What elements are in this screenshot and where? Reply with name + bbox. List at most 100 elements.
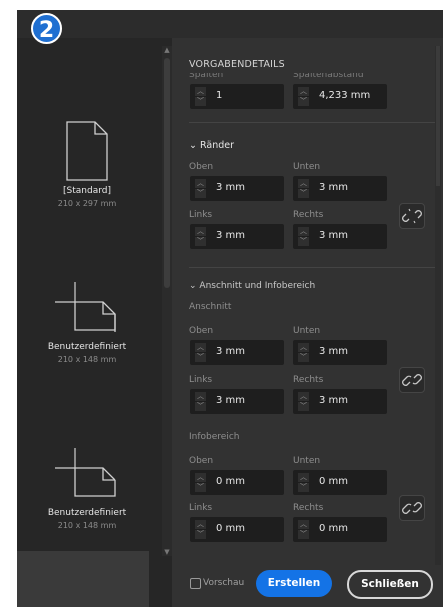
slug-top-field[interactable]: ︿ ﹀ 0 mm xyxy=(190,470,284,495)
margins-link-toggle[interactable] xyxy=(399,203,425,229)
details-scrollbar[interactable] xyxy=(435,46,441,566)
slug-bottom-label: Unten xyxy=(293,456,321,466)
margins-heading[interactable]: ⌄ Ränder xyxy=(189,140,234,151)
slug-left-stepper[interactable]: ︿ ﹀ xyxy=(195,520,206,539)
preset-scrollbar[interactable]: ▲ ▼ xyxy=(162,46,172,556)
chevron-down-icon[interactable]: ﹀ xyxy=(298,483,309,492)
margin-right-field[interactable]: ︿ ﹀ 3 mm xyxy=(293,224,387,249)
margin-top-stepper[interactable]: ︿ ﹀ xyxy=(195,179,206,198)
details-scroll-thumb[interactable] xyxy=(436,46,440,186)
close-button[interactable]: Schließen xyxy=(347,570,433,599)
preview-label[interactable]: Vorschau xyxy=(203,578,244,588)
slug-right-stepper[interactable]: ︿ ﹀ xyxy=(298,520,309,539)
preset-item-standard[interactable]: [Standard] 210 x 297 mm xyxy=(17,120,157,208)
chevron-down-icon[interactable]: ﹀ xyxy=(298,97,309,106)
chevron-up-icon[interactable]: ︿ xyxy=(195,392,206,401)
bleed-left-value: 3 mm xyxy=(216,395,246,406)
chevron-down-icon[interactable]: ﹀ xyxy=(195,353,206,362)
margin-bottom-label: Unten xyxy=(293,162,321,172)
preset-dimensions: 210 x 148 mm xyxy=(57,355,117,364)
chevron-down-icon[interactable]: ﹀ xyxy=(298,353,309,362)
bleed-bottom-field[interactable]: ︿ ﹀ 3 mm xyxy=(293,340,387,365)
slug-bottom-stepper[interactable]: ︿ ﹀ xyxy=(298,473,309,492)
chevron-up-icon[interactable]: ︿ xyxy=(195,520,206,529)
margin-left-field[interactable]: ︿ ﹀ 3 mm xyxy=(190,224,284,249)
chevron-up-icon[interactable]: ︿ xyxy=(195,87,206,96)
bleed-top-field[interactable]: ︿ ﹀ 3 mm xyxy=(190,340,284,365)
preview-checkbox[interactable] xyxy=(190,578,201,589)
margin-bottom-stepper[interactable]: ︿ ﹀ xyxy=(298,179,309,198)
chevron-down-icon[interactable]: ﹀ xyxy=(298,402,309,411)
columns-field[interactable]: ︿ ﹀ 1 xyxy=(190,84,284,109)
bleed-bottom-value: 3 mm xyxy=(319,346,349,357)
slug-bottom-field[interactable]: ︿ ﹀ 0 mm xyxy=(293,470,387,495)
chevron-up-icon[interactable]: ︿ xyxy=(195,227,206,236)
bleed-left-label: Links xyxy=(189,375,213,385)
new-document-dialog: ▲ ▼ [Standard] 210 x 297 mm Benutzerdefi… xyxy=(17,10,443,607)
bleed-left-stepper[interactable]: ︿ ﹀ xyxy=(195,392,206,411)
slug-right-field[interactable]: ︿ ﹀ 0 mm xyxy=(293,517,387,542)
chevron-down-icon[interactable]: ﹀ xyxy=(298,189,309,198)
gutter-stepper[interactable]: ︿ ﹀ xyxy=(298,87,309,106)
bleed-right-stepper[interactable]: ︿ ﹀ xyxy=(298,392,309,411)
preset-scroll-thumb[interactable] xyxy=(164,58,170,288)
unlink-icon xyxy=(402,208,422,224)
chevron-up-icon[interactable]: ︿ xyxy=(298,392,309,401)
preset-name: [Standard] xyxy=(63,186,111,196)
margin-left-stepper[interactable]: ︿ ﹀ xyxy=(195,227,206,246)
scroll-down-icon[interactable]: ▼ xyxy=(162,548,172,556)
bleed-top-stepper[interactable]: ︿ ﹀ xyxy=(195,343,206,362)
preset-item-custom-2[interactable]: Benutzerdefiniert 210 x 148 mm xyxy=(17,444,157,530)
chevron-down-icon[interactable]: ﹀ xyxy=(195,237,206,246)
preset-list-footer xyxy=(17,551,149,607)
slug-left-field[interactable]: ︿ ﹀ 0 mm xyxy=(190,517,284,542)
link-icon xyxy=(402,374,422,386)
margin-bottom-field[interactable]: ︿ ﹀ 3 mm xyxy=(293,176,387,201)
chevron-up-icon[interactable]: ︿ xyxy=(298,87,309,96)
section-title: VORGABENDETAILS xyxy=(189,59,285,70)
chevron-up-icon[interactable]: ︿ xyxy=(298,520,309,529)
margin-left-value: 3 mm xyxy=(216,230,246,241)
slug-top-stepper[interactable]: ︿ ﹀ xyxy=(195,473,206,492)
slug-link-toggle[interactable] xyxy=(399,495,425,521)
preset-item-custom-1[interactable]: Benutzerdefiniert 210 x 148 mm xyxy=(17,278,157,364)
chevron-up-icon[interactable]: ︿ xyxy=(195,473,206,482)
gutter-field[interactable]: ︿ ﹀ 4,233 mm xyxy=(293,84,387,109)
margin-right-stepper[interactable]: ︿ ﹀ xyxy=(298,227,309,246)
bleed-left-field[interactable]: ︿ ﹀ 3 mm xyxy=(190,389,284,414)
columns-value: 1 xyxy=(216,90,223,101)
bleed-right-field[interactable]: ︿ ﹀ 3 mm xyxy=(293,389,387,414)
bleed-label: Anschnitt xyxy=(189,302,232,312)
chevron-up-icon[interactable]: ︿ xyxy=(298,473,309,482)
scroll-up-icon[interactable]: ▲ xyxy=(162,46,172,54)
bleed-slug-heading[interactable]: ⌄ Anschnitt und Infobereich xyxy=(189,281,315,291)
portrait-document-icon xyxy=(66,121,108,181)
chevron-up-icon[interactable]: ︿ xyxy=(195,179,206,188)
slug-right-label: Rechts xyxy=(293,503,324,513)
chevron-down-icon[interactable]: ﹀ xyxy=(298,530,309,539)
slug-bottom-value: 0 mm xyxy=(319,476,349,487)
bleed-right-value: 3 mm xyxy=(319,395,349,406)
chevron-up-icon[interactable]: ︿ xyxy=(195,343,206,352)
chevron-down-icon[interactable]: ﹀ xyxy=(195,402,206,411)
chevron-down-icon[interactable]: ﹀ xyxy=(195,530,206,539)
columns-stepper[interactable]: ︿ ﹀ xyxy=(195,87,206,106)
chevron-up-icon[interactable]: ︿ xyxy=(298,343,309,352)
link-icon xyxy=(402,502,422,514)
chevron-down-icon[interactable]: ﹀ xyxy=(195,97,206,106)
chevron-down-icon: ⌄ xyxy=(189,140,197,151)
chevron-up-icon[interactable]: ︿ xyxy=(298,179,309,188)
slug-left-label: Links xyxy=(189,503,213,513)
margin-top-field[interactable]: ︿ ﹀ 3 mm xyxy=(190,176,284,201)
bleed-bottom-stepper[interactable]: ︿ ﹀ xyxy=(298,343,309,362)
bleed-link-toggle[interactable] xyxy=(399,367,425,393)
margin-bottom-value: 3 mm xyxy=(319,182,349,193)
dialog-footer: Vorschau Erstellen Schließen xyxy=(172,565,443,607)
chevron-down-icon[interactable]: ﹀ xyxy=(195,483,206,492)
chevron-down-icon[interactable]: ﹀ xyxy=(298,237,309,246)
chevron-down-icon[interactable]: ﹀ xyxy=(195,189,206,198)
preset-list: ▲ ▼ [Standard] 210 x 297 mm Benutzerdefi… xyxy=(17,38,172,607)
create-button[interactable]: Erstellen xyxy=(256,570,332,597)
chevron-up-icon[interactable]: ︿ xyxy=(298,227,309,236)
gutter-value: 4,233 mm xyxy=(319,90,371,101)
